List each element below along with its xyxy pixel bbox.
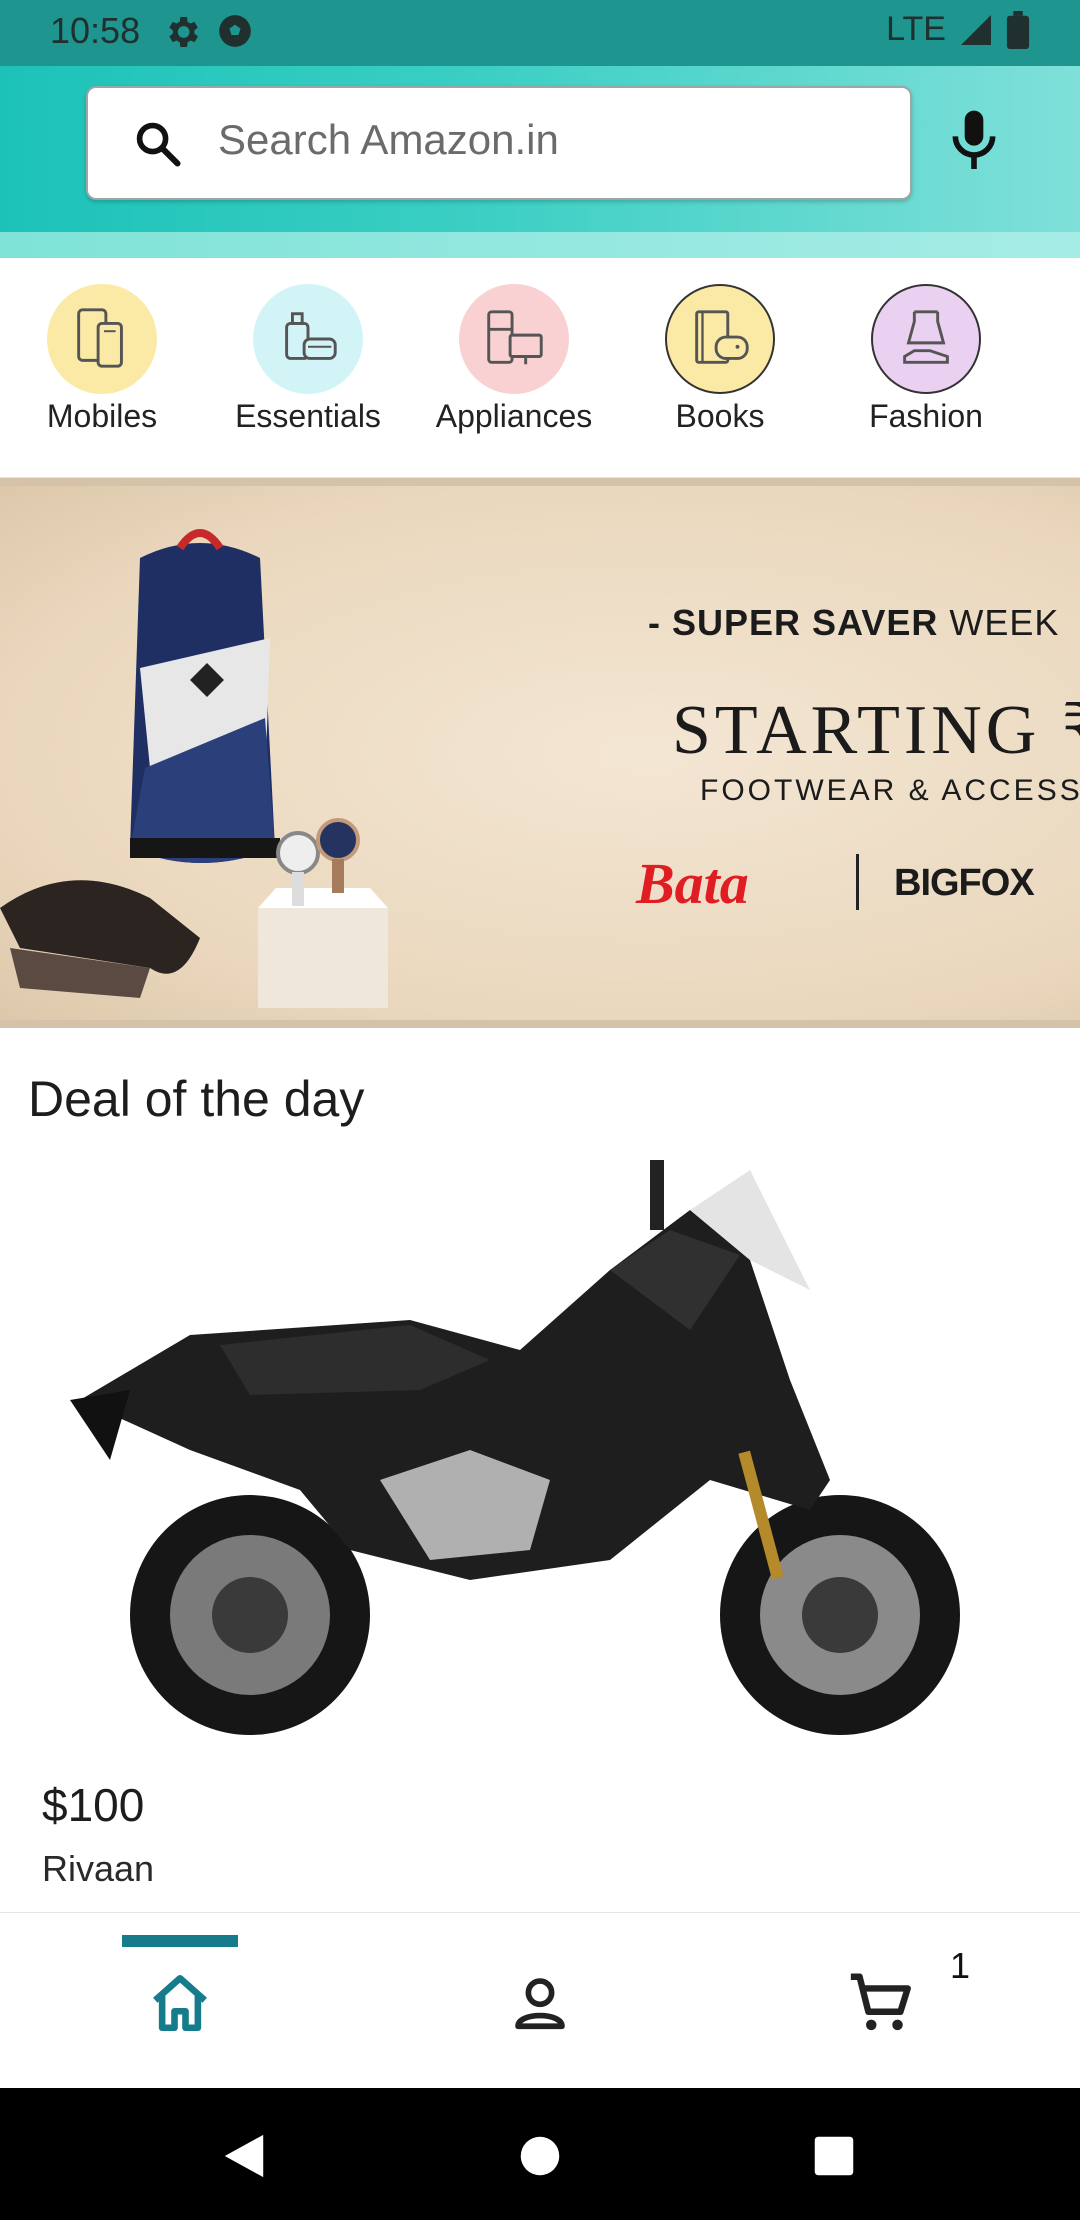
category-label: Essentials (235, 398, 381, 434)
essentials-icon (253, 284, 363, 394)
nav-account[interactable] (500, 1963, 580, 2043)
category-books[interactable]: Books (620, 284, 820, 435)
home-icon[interactable] (147, 1970, 213, 2036)
bigfox-logo: BIGFOX (894, 862, 1035, 904)
bata-logo: Bata (636, 851, 749, 916)
promo-banner[interactable]: - SUPER SAVER WEEK STARTING ₹ FOOTWEAR &… (0, 478, 1080, 1028)
recents-icon[interactable] (813, 2135, 855, 2177)
status-right: LTE (886, 10, 1030, 49)
signal-icon (961, 14, 991, 45)
mobiles-icon (47, 284, 157, 394)
banner-products-image (0, 529, 388, 1008)
nav-cart[interactable] (840, 1963, 920, 2043)
mic-icon[interactable] (946, 108, 1002, 174)
category-label: Mobiles (46, 398, 158, 434)
category-label: Fashion (869, 398, 983, 434)
battery-icon (1006, 10, 1030, 49)
category-appliances[interactable]: Appliances (414, 284, 614, 435)
status-left-icons (162, 12, 254, 52)
recents-button[interactable] (806, 2128, 862, 2184)
banner-starting-text: STARTING ₹ (672, 692, 1080, 769)
banner-edge-bottom (0, 1020, 1080, 1028)
category-label: Books (675, 398, 765, 434)
deal-of-the-day-title: Deal of the day (28, 1071, 365, 1127)
fashion-icon (871, 284, 981, 394)
books-icon (665, 284, 775, 394)
banner-category-text: FOOTWEAR & ACCESSO (700, 774, 1080, 807)
status-bar: 10:58 LTE (0, 0, 1080, 66)
search-placeholder: Search Amazon.in (218, 116, 559, 163)
settings-gear-icon (169, 17, 198, 47)
soccer-ball-icon (219, 15, 251, 47)
search-input[interactable]: Search Amazon.in (86, 86, 912, 200)
deal-product-name[interactable]: Rivaan (42, 1848, 154, 1890)
category-mobiles[interactable]: Mobiles (2, 284, 202, 435)
category-label: Appliances (435, 398, 593, 434)
network-type: LTE (886, 10, 946, 48)
header-strip (0, 232, 1080, 258)
account-icon[interactable] (509, 1972, 571, 2034)
search-icon[interactable] (132, 118, 184, 170)
brand-divider (856, 854, 859, 910)
cart-icon[interactable] (845, 1968, 915, 2038)
system-navigation-bar (0, 2088, 1080, 2220)
active-tab-indicator (122, 1935, 238, 1947)
banner-edge (0, 478, 1080, 486)
category-row: Mobiles Essentials Appliances Books Fash… (0, 258, 1080, 478)
category-fashion[interactable]: Fashion (826, 284, 1026, 435)
back-button[interactable] (216, 2128, 272, 2184)
cart-count-badge: 1 (950, 1945, 971, 1986)
status-time: 10:58 (50, 10, 141, 51)
deal-price: $100 (42, 1779, 145, 1831)
home-circle-icon[interactable] (519, 2135, 561, 2177)
category-essentials[interactable]: Essentials (208, 284, 408, 435)
back-icon[interactable] (220, 2131, 268, 2181)
nav-home[interactable] (140, 1963, 220, 2043)
home-button[interactable] (512, 2128, 568, 2184)
appliances-icon (459, 284, 569, 394)
deal-product-image[interactable] (50, 1150, 1020, 1770)
banner-headline: - SUPER SAVER WEEK (648, 602, 1060, 643)
bottom-navigation: 1 (0, 1912, 1080, 2088)
